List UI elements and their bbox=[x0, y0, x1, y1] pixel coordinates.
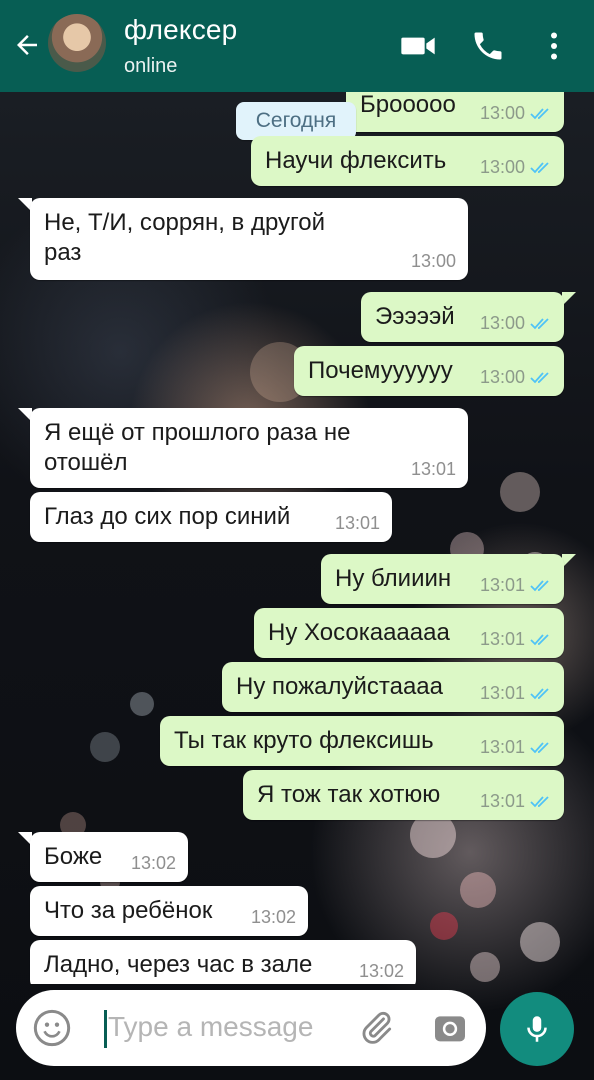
message-bubble[interactable]: Брооооо 13:00 bbox=[346, 92, 564, 132]
message-text: Ты так круто флексишь bbox=[174, 727, 434, 754]
message-text: Боже bbox=[44, 843, 103, 870]
message-meta: 13:00 bbox=[480, 103, 552, 124]
message-time: 13:00 bbox=[410, 251, 456, 271]
double-check-icon bbox=[530, 107, 549, 119]
double-check-icon bbox=[530, 317, 549, 329]
message-input[interactable]: Type a message bbox=[108, 1011, 313, 1043]
message-bubble[interactable]: Что за ребёнок 13:02 bbox=[30, 886, 308, 936]
message-text: Ладно, через час в зале bbox=[44, 951, 313, 978]
message-time: 13:01 bbox=[479, 575, 525, 595]
message-bubble[interactable]: Почемуууууу 13:00 bbox=[294, 346, 564, 396]
message-list[interactable]: Брооооо 13:00 Сегодня Научи флексить 13:… bbox=[0, 92, 594, 984]
paperclip-icon bbox=[362, 1011, 392, 1044]
message-text: Ну пожалуйстаааа bbox=[236, 673, 443, 700]
message-text-line: раз bbox=[44, 239, 82, 266]
message-meta: 13:00 bbox=[411, 251, 456, 272]
bubble-tail bbox=[562, 292, 576, 306]
video-call-button[interactable] bbox=[398, 26, 438, 66]
message-meta: 13:00 bbox=[480, 367, 552, 388]
message-bubble[interactable]: Ну пожалуйстаааа 13:01 bbox=[222, 662, 564, 712]
more-vertical-icon bbox=[551, 32, 557, 60]
message-meta: 13:01 bbox=[480, 737, 552, 758]
double-check-icon bbox=[530, 741, 549, 753]
back-button[interactable] bbox=[10, 28, 44, 62]
camera-button[interactable] bbox=[430, 1008, 470, 1048]
message-time: 13:01 bbox=[479, 791, 525, 811]
message-bubble[interactable]: Ну блииин 13:01 bbox=[321, 554, 564, 604]
message-meta: 13:02 bbox=[131, 853, 176, 874]
message-time: 13:01 bbox=[479, 683, 525, 703]
arrow-left-icon bbox=[17, 35, 37, 55]
message-time: 13:01 bbox=[479, 629, 525, 649]
message-text-line: отошёл bbox=[44, 449, 128, 476]
phone-icon bbox=[474, 32, 502, 60]
message-bubble[interactable]: Боже 13:02 bbox=[30, 832, 188, 882]
double-check-icon bbox=[530, 687, 549, 699]
message-meta: 13:02 bbox=[359, 961, 404, 982]
message-bubble[interactable]: Не, Т/И, соррян, в другой раз 13:00 bbox=[30, 198, 468, 280]
message-meta: 13:01 bbox=[480, 791, 552, 812]
message-text: Что за ребёнок bbox=[44, 897, 213, 924]
message-text-line: Не, Т/И, соррян, в другой bbox=[44, 209, 326, 236]
message-meta: 13:01 bbox=[480, 629, 552, 650]
double-check-icon bbox=[530, 371, 549, 383]
message-meta: 13:02 bbox=[251, 907, 296, 928]
voice-message-button[interactable] bbox=[500, 992, 574, 1066]
message-text-line: Я ещё от прошлого раза не bbox=[44, 419, 351, 446]
emoji-button[interactable] bbox=[32, 1008, 72, 1048]
attach-button[interactable] bbox=[356, 1008, 396, 1048]
microphone-icon bbox=[527, 1016, 547, 1042]
message-composer[interactable]: Type a message bbox=[16, 990, 486, 1066]
message-text: Ну Хосокаааааа bbox=[268, 619, 450, 646]
camera-icon bbox=[435, 1016, 465, 1042]
message-bubble[interactable]: Ладно, через час в зале 13:02 bbox=[30, 940, 416, 984]
message-text: Глаз до сих пор синий bbox=[44, 503, 291, 530]
double-check-icon bbox=[530, 795, 549, 807]
message-text: Брооооо bbox=[360, 92, 456, 118]
message-text: Почемуууууу bbox=[308, 357, 453, 384]
emoji-icon bbox=[33, 1009, 71, 1047]
message-meta: 13:01 bbox=[411, 459, 456, 480]
message-meta: 13:01 bbox=[480, 575, 552, 596]
message-time: 13:00 bbox=[479, 157, 525, 177]
double-check-icon bbox=[530, 579, 549, 591]
message-text: Я тож так хотюю bbox=[257, 781, 441, 808]
message-time: 13:02 bbox=[358, 961, 404, 981]
text-cursor bbox=[104, 1010, 107, 1048]
message-time: 13:01 bbox=[410, 459, 456, 479]
message-time: 13:00 bbox=[479, 313, 525, 333]
message-text: Научи флексить bbox=[265, 147, 447, 174]
bubble-tail bbox=[562, 554, 576, 568]
message-bubble[interactable]: Глаз до сих пор синий 13:01 bbox=[30, 492, 392, 542]
voice-call-button[interactable] bbox=[468, 26, 508, 66]
message-meta: 13:00 bbox=[480, 313, 552, 334]
message-bubble[interactable]: Ты так круто флексишь 13:01 bbox=[160, 716, 564, 766]
message-bubble[interactable]: Ну Хосокаааааа 13:01 bbox=[254, 608, 564, 658]
message-meta: 13:00 bbox=[480, 157, 552, 178]
contact-name[interactable]: флексер bbox=[124, 14, 237, 46]
date-separator: Сегодня bbox=[236, 102, 356, 140]
message-time: 13:02 bbox=[130, 853, 176, 873]
message-bubble[interactable]: Эээээй 13:00 bbox=[361, 292, 564, 342]
message-text: Ну блииин bbox=[335, 565, 452, 592]
message-time: 13:01 bbox=[479, 737, 525, 757]
double-check-icon bbox=[530, 633, 549, 645]
more-options-button[interactable] bbox=[534, 26, 574, 66]
message-bubble[interactable]: Я ещё от прошлого раза не отошёл 13:01 bbox=[30, 408, 468, 488]
message-bubble[interactable]: Научи флексить 13:00 bbox=[251, 136, 564, 186]
message-time: 13:00 bbox=[479, 103, 525, 123]
message-time: 13:01 bbox=[334, 513, 380, 533]
message-meta: 13:01 bbox=[480, 683, 552, 704]
message-meta: 13:01 bbox=[335, 513, 380, 534]
message-time: 13:02 bbox=[250, 907, 296, 927]
message-bubble[interactable]: Я тож так хотюю 13:01 bbox=[243, 770, 564, 820]
video-camera-icon bbox=[401, 37, 435, 55]
message-text: Эээээй bbox=[375, 303, 455, 330]
contact-status: online bbox=[124, 55, 178, 77]
chat-header: флексер online bbox=[0, 0, 594, 92]
contact-avatar[interactable] bbox=[48, 14, 106, 72]
message-time: 13:00 bbox=[479, 367, 525, 387]
double-check-icon bbox=[530, 161, 549, 173]
